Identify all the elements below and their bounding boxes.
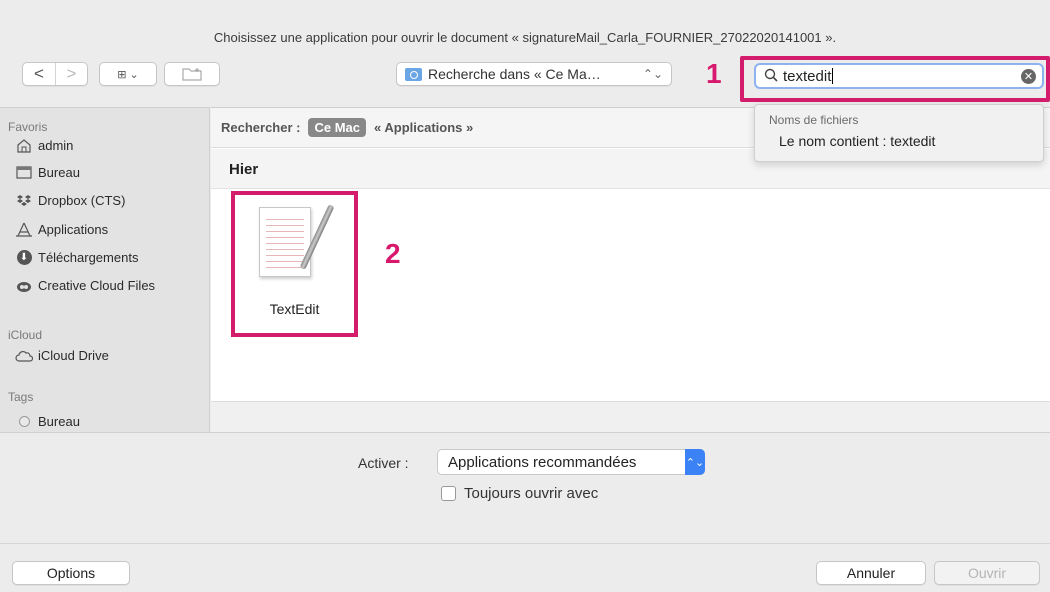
chevron-updown-icon: ⌃⌄	[642, 67, 663, 81]
back-button[interactable]: <	[23, 63, 55, 85]
new-folder-button[interactable]	[164, 62, 220, 86]
sidebar-item-applications[interactable]: Applications	[14, 222, 108, 237]
cancel-button[interactable]: Annuler	[816, 561, 926, 585]
search-field[interactable]: textedit ✕	[754, 63, 1044, 89]
desktop-icon	[14, 166, 34, 179]
search-icon	[764, 68, 778, 85]
search-suggestions: Noms de fichiers Le nom contient : texte…	[754, 104, 1044, 162]
sidebar-item-label: Applications	[38, 222, 109, 237]
location-popup[interactable]: Recherche dans « Ce Ma… ⌃⌄	[396, 62, 672, 86]
sidebar-item-creative-cloud[interactable]: Creative Cloud Files	[14, 278, 155, 293]
tag-dot-icon	[14, 416, 34, 427]
sidebar-item-label: Bureau	[38, 414, 80, 429]
open-with-dialog: Choisissez une application pour ouvrir l…	[0, 0, 1050, 592]
activate-value: Applications recommandées	[448, 453, 637, 471]
bottom-panel: Activer : Applications recommandées ⌃⌄ T…	[0, 432, 1050, 592]
sidebar-item-label: Dropbox (CTS)	[38, 193, 126, 208]
dialog-prompt: Choisissez une application pour ouvrir l…	[213, 30, 837, 45]
sidebar-item-bureau[interactable]: Bureau	[14, 165, 80, 180]
sidebar-heading-icloud: iCloud	[8, 328, 43, 342]
results-footer	[211, 401, 1050, 433]
sidebar-item-label: Bureau	[38, 165, 80, 180]
scope-applications[interactable]: « Applications »	[374, 120, 473, 135]
cloud-icon	[14, 350, 34, 362]
always-open-row[interactable]: Toujours ouvrir avec	[441, 485, 598, 502]
file-label: TextEdit	[269, 301, 320, 317]
creative-cloud-icon	[14, 279, 34, 293]
sidebar-item-label: iCloud Drive	[38, 348, 109, 363]
activate-select[interactable]: Applications recommandées ⌃⌄	[437, 449, 705, 475]
sidebar-item-telechargements[interactable]: ⬇ Téléchargements	[14, 250, 138, 265]
sidebar: Favoris admin Bureau Dropbox (CTS) Appli…	[0, 107, 210, 432]
nav-buttons: < >	[22, 62, 88, 86]
location-label: Recherche dans « Ce Ma…	[428, 66, 601, 82]
divider	[0, 543, 1050, 544]
always-open-label: Toujours ouvrir avec	[464, 485, 599, 502]
sidebar-item-icloud-drive[interactable]: iCloud Drive	[14, 348, 109, 363]
sidebar-heading-tags: Tags	[8, 390, 34, 404]
activate-label: Activer :	[358, 455, 409, 471]
search-input[interactable]: textedit	[783, 68, 831, 85]
sidebar-item-admin[interactable]: admin	[14, 138, 73, 153]
scope-this-mac[interactable]: Ce Mac	[308, 118, 367, 137]
sidebar-item-label: Creative Cloud Files	[38, 278, 156, 293]
dropbox-icon	[14, 194, 34, 208]
sidebar-heading-favoris: Favoris	[8, 120, 48, 134]
scope-label: Rechercher :	[221, 120, 301, 135]
annotation-2: 2	[385, 238, 401, 269]
sidebar-item-label: admin	[38, 138, 74, 153]
home-icon	[14, 138, 34, 153]
download-icon: ⬇	[14, 250, 34, 265]
grid-view-icon: ⊞ ⌄	[117, 68, 139, 81]
textedit-icon	[259, 204, 335, 277]
applications-icon	[14, 222, 34, 237]
sidebar-item-label: Téléchargements	[38, 250, 139, 265]
file-item-textedit[interactable]: TextEdit	[231, 191, 358, 337]
open-button[interactable]: Ouvrir	[934, 561, 1040, 585]
sidebar-item-tag-bureau[interactable]: Bureau	[14, 414, 80, 429]
annotation-1: 1	[706, 58, 722, 89]
suggestion-category: Noms de fichiers	[769, 113, 859, 127]
clear-search-icon[interactable]: ✕	[1021, 69, 1036, 84]
text-caret	[832, 68, 834, 84]
sidebar-item-dropbox[interactable]: Dropbox (CTS)	[14, 193, 125, 208]
always-open-checkbox[interactable]	[441, 486, 456, 501]
search-folder-icon	[405, 67, 422, 81]
suggestion-item[interactable]: Le nom contient : textedit	[779, 133, 935, 149]
new-folder-icon	[182, 68, 202, 81]
chevron-updown-icon: ⌃⌄	[685, 449, 705, 475]
forward-button[interactable]: >	[54, 63, 87, 85]
view-mode-button[interactable]: ⊞ ⌄	[99, 62, 157, 86]
options-button[interactable]: Options	[12, 561, 130, 585]
